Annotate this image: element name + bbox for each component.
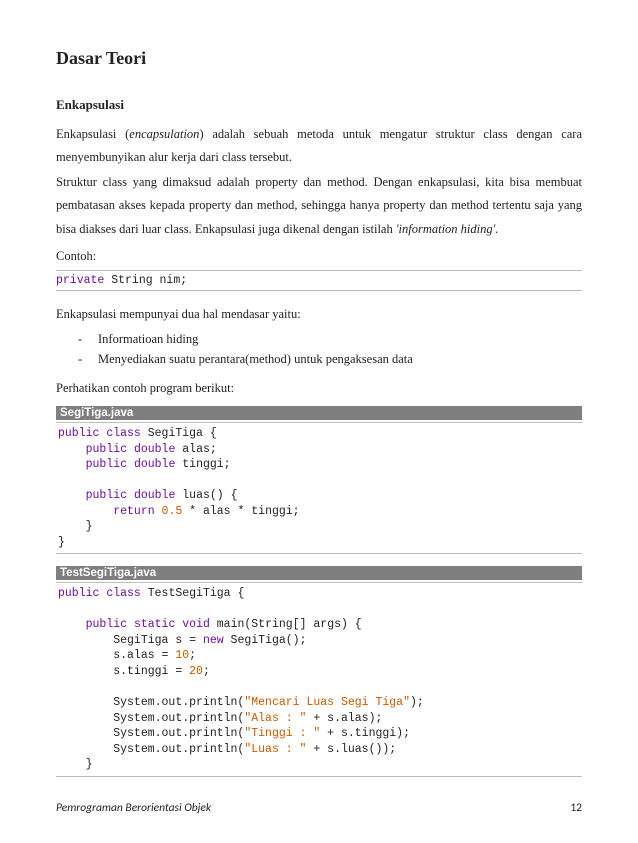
emphasis: 'information hiding'. bbox=[396, 222, 499, 236]
footer-title: Pemrograman Berorientasi Objek bbox=[56, 801, 211, 815]
code-inline: private String nim; bbox=[56, 270, 582, 292]
text: Enkapsulasi (encapsulation) adalah sebua… bbox=[56, 127, 582, 164]
code-block-1: public class SegiTiga { public double al… bbox=[56, 422, 582, 554]
text: Struktur class yang dimaksud adalah prop… bbox=[56, 175, 582, 235]
example-label: Contoh: bbox=[56, 245, 582, 268]
list-item: Menyediakan suatu perantara(method) untu… bbox=[98, 350, 582, 369]
paragraph-2: Struktur class yang dimaksud adalah prop… bbox=[56, 171, 582, 240]
page-number: 12 bbox=[570, 801, 582, 815]
code-filename-2: TestSegiTiga.java bbox=[56, 566, 582, 580]
page-footer: Pemrograman Berorientasi Objek 12 bbox=[56, 801, 582, 815]
bullet-list: Informatioan hiding Menyediakan suatu pe… bbox=[56, 330, 582, 369]
page: Dasar Teori Enkapsulasi Enkapsulasi (enc… bbox=[0, 0, 638, 843]
code-block-2: public class TestSegiTiga { public stati… bbox=[56, 582, 582, 776]
list-item: Informatioan hiding bbox=[98, 330, 582, 349]
page-title: Dasar Teori bbox=[56, 48, 582, 69]
section-heading: Enkapsulasi bbox=[56, 97, 582, 113]
code-filename-1: SegiTiga.java bbox=[56, 406, 582, 420]
paragraph-1: Enkapsulasi (encapsulation) adalah sebua… bbox=[56, 123, 582, 169]
paragraph-4: Perhatikan contoh program berikut: bbox=[56, 377, 582, 400]
paragraph-3: Enkapsulasi mempunyai dua hal mendasar y… bbox=[56, 303, 582, 326]
